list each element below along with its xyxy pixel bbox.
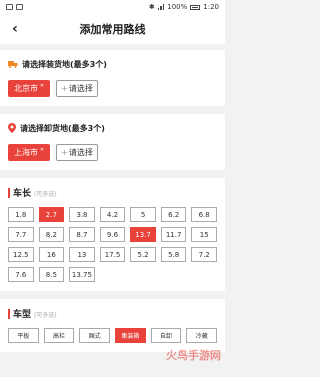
length-option[interactable]: 5.8 (160, 247, 187, 262)
cartype-option[interactable]: 冷藏 (186, 328, 218, 343)
cartype-card: 车型 (可多选) 平板 高栏 厢式 集装箱 自卸 冷藏 (0, 299, 225, 352)
length-option[interactable]: 9.6 (99, 227, 126, 242)
loading-chips: 北京市 ✕ + 请选择 (8, 80, 217, 97)
length-option[interactable]: 13.75 (69, 267, 95, 282)
length-option[interactable]: 8.5 (38, 267, 65, 282)
notification-icon (6, 4, 13, 10)
length-option[interactable]: 4.2 (99, 207, 126, 222)
length-option[interactable]: 8.7 (69, 227, 95, 242)
length-option[interactable]: 12.5 (8, 247, 34, 262)
status-left (6, 4, 23, 10)
unloading-city-chip[interactable]: 上海市 ✕ (8, 144, 51, 161)
unloading-header: 请选择卸货地(最多3个) (8, 122, 217, 134)
length-card: 车长 (可多选) 1.8 2.7 3.8 4.2 5 6.2 6.8 7.7 8.2 8.7 9.6… (0, 178, 225, 291)
page-title: 添加常用路线 (79, 23, 146, 36)
cartype-hint: (可多选) (34, 312, 57, 319)
length-option[interactable]: 5.2 (130, 247, 156, 262)
truck-icon (8, 61, 18, 68)
location-pin-icon (8, 123, 16, 133)
length-option[interactable]: 13 (69, 247, 95, 262)
battery-icon (190, 4, 201, 10)
section-accent-bar (8, 308, 10, 319)
remove-icon[interactable]: ✕ (40, 83, 44, 89)
length-hint: (可多选) (34, 191, 57, 198)
status-bar: ✱ 100% 1:20 (0, 0, 225, 14)
cartype-option[interactable]: 自卸 (150, 328, 182, 343)
plus-icon: + (61, 148, 68, 157)
length-option[interactable]: 2.7 (38, 207, 65, 222)
length-option[interactable]: 13.7 (130, 227, 156, 242)
notification-icon (16, 4, 23, 10)
cartype-section-title: 车型 (可多选) (8, 307, 217, 320)
battery-percent: 100% (167, 3, 188, 11)
add-label: 请选择 (68, 148, 93, 157)
loading-add-button[interactable]: + 请选择 (56, 80, 98, 97)
length-option[interactable]: 6.8 (191, 207, 217, 222)
length-title: 车长 (13, 189, 32, 199)
length-option[interactable]: 7.6 (8, 267, 34, 282)
length-option[interactable]: 16 (38, 247, 65, 262)
unloading-chips: 上海市 ✕ + 请选择 (8, 144, 217, 161)
length-option[interactable]: 11.7 (160, 227, 187, 242)
length-option[interactable]: 8.2 (38, 227, 65, 242)
length-option[interactable]: 1.8 (8, 207, 34, 222)
unloading-card: 请选择卸货地(最多3个) 上海市 ✕ + 请选择 (0, 114, 225, 170)
city-name: 上海市 (14, 148, 38, 157)
cartype-option[interactable]: 集装箱 (115, 328, 146, 343)
bluetooth-icon: ✱ (148, 3, 155, 11)
back-arrow-icon[interactable]: ‹ (6, 20, 24, 38)
cartype-option[interactable]: 平板 (8, 328, 39, 343)
cartype-options: 平板 高栏 厢式 集装箱 自卸 冷藏 (8, 328, 218, 343)
city-name: 北京市 (14, 84, 38, 93)
length-option[interactable]: 6.2 (160, 207, 187, 222)
watermark: 火鸟手游网 (166, 349, 221, 362)
cartype-title: 车型 (13, 310, 32, 320)
length-option[interactable]: 15 (191, 227, 217, 242)
status-time: 1:20 (203, 3, 219, 11)
status-right: ✱ 100% 1:20 (149, 3, 219, 11)
length-option[interactable]: 3.8 (69, 207, 95, 222)
remove-icon[interactable]: ✕ (40, 147, 44, 153)
length-option[interactable]: 7.7 (8, 227, 34, 242)
length-option[interactable]: 5 (130, 207, 156, 222)
length-options: 1.8 2.7 3.8 4.2 5 6.2 6.8 7.7 8.2 8.7 9.6 13.7 11.7 1… (8, 207, 217, 282)
signal-icon (157, 4, 165, 10)
cartype-option[interactable]: 高栏 (43, 328, 75, 343)
plus-icon: + (61, 84, 68, 93)
section-accent-bar (8, 187, 10, 198)
unloading-add-button[interactable]: + 请选择 (56, 144, 98, 161)
length-option[interactable]: 17.5 (99, 247, 126, 262)
loading-card: 请选择装货地(最多3个) 北京市 ✕ + 请选择 (0, 50, 225, 106)
loading-city-chip[interactable]: 北京市 ✕ (8, 80, 51, 97)
cartype-option[interactable]: 厢式 (79, 328, 111, 343)
loading-header: 请选择装货地(最多3个) (8, 58, 217, 70)
loading-label: 请选择装货地(最多3个) (22, 59, 107, 69)
unloading-label: 请选择卸货地(最多3个) (20, 123, 105, 133)
nav-bar: ‹ 添加常用路线 (0, 14, 225, 44)
length-section-title: 车长 (可多选) (8, 186, 217, 199)
length-option[interactable]: 7.2 (191, 247, 217, 262)
add-label: 请选择 (68, 84, 93, 93)
